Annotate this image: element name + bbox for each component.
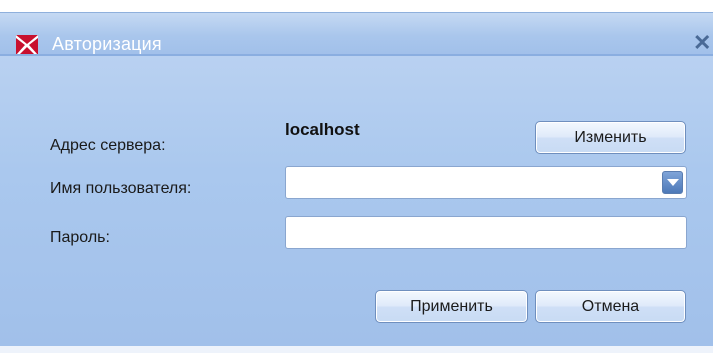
bottom-border bbox=[0, 346, 713, 353]
login-dialog: Авторизация ✕ Адрес сервера: localhost И… bbox=[0, 0, 713, 353]
close-icon[interactable]: ✕ bbox=[693, 32, 711, 54]
apply-button[interactable]: Применить bbox=[375, 290, 528, 323]
server-address-value: localhost bbox=[285, 120, 360, 139]
cancel-button[interactable]: Отмена bbox=[535, 290, 686, 323]
change-server-button[interactable]: Изменить bbox=[535, 121, 686, 154]
username-label: Имя пользователя: bbox=[50, 180, 192, 197]
password-field[interactable] bbox=[285, 216, 687, 249]
server-address-label: Адрес сервера: bbox=[50, 137, 166, 154]
title-bar[interactable]: Авторизация ✕ bbox=[0, 12, 713, 55]
password-label: Пароль: bbox=[50, 229, 110, 246]
username-select[interactable] bbox=[285, 166, 687, 199]
window-title: Авторизация bbox=[52, 34, 162, 54]
chevron-down-icon[interactable] bbox=[662, 171, 683, 194]
app-logo-icon bbox=[16, 35, 38, 55]
